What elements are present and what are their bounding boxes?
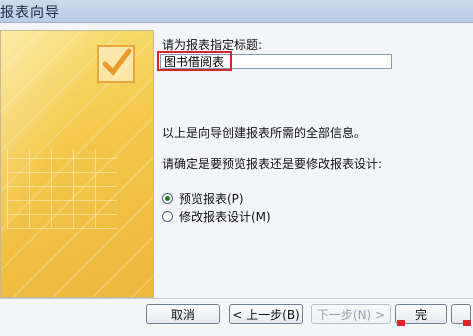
radio-modify-design[interactable]: 修改报表设计(M) (162, 208, 271, 225)
report-title-input[interactable] (160, 54, 392, 69)
window-title: 报表向导 (0, 5, 60, 21)
title-prompt-label: 请为报表指定标题: (162, 38, 263, 52)
radio-button[interactable] (162, 211, 173, 222)
question-text: 请确定是要预览报表还是要修改报表设计: (162, 157, 383, 171)
wizard-art-panel (0, 30, 154, 298)
title-bar[interactable]: 报表向导 (0, 0, 473, 23)
wizard-art-grid (7, 149, 117, 229)
report-wizard-dialog: 报表向导 请为报表指定标题: 以上是向导创建报表所需的全部信息。 请确定是要预览… (0, 0, 473, 336)
info-text: 以上是向导创建报表所需的全部信息。 (162, 126, 367, 140)
next-button[interactable]: 下一步(N) > (311, 304, 391, 324)
radio-label: 预览报表(P) (179, 192, 244, 206)
radio-preview-report[interactable]: 预览报表(P) (162, 190, 244, 207)
radio-button-checked[interactable] (162, 193, 173, 204)
radio-label: 修改报表设计(M) (179, 210, 271, 224)
annotation-mark (397, 320, 405, 326)
cancel-button[interactable]: 取消 (146, 304, 220, 324)
checkmark-icon (97, 45, 135, 83)
annotation-mark (463, 320, 471, 326)
separator (0, 298, 473, 299)
back-button[interactable]: < 上一步(B) (229, 304, 303, 324)
